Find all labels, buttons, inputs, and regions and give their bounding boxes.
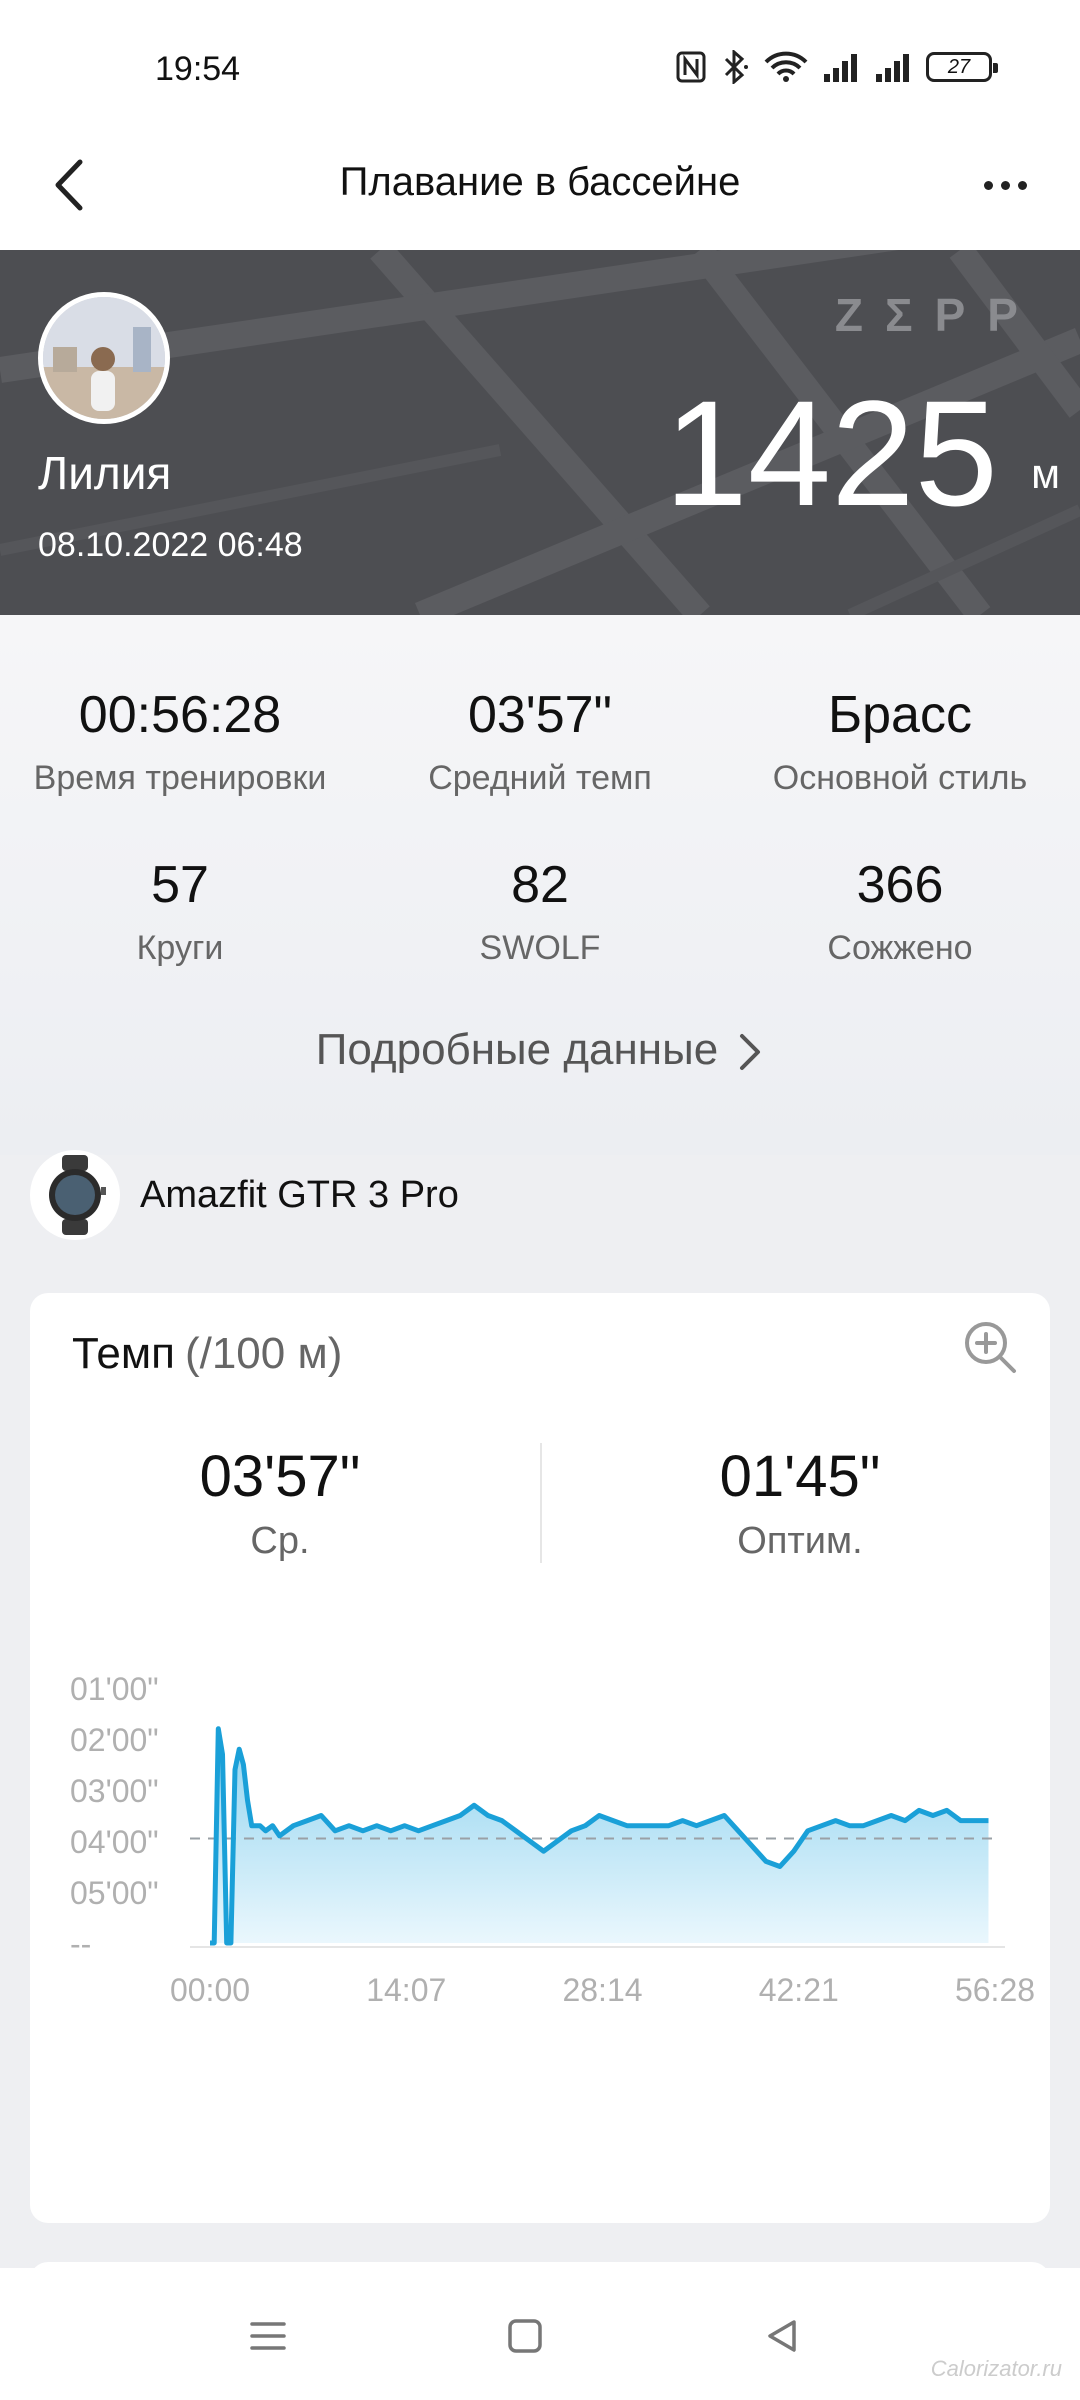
details-link[interactable]: Подробные данные bbox=[0, 1025, 1080, 1075]
x-tick-label: 56:28 bbox=[955, 1972, 1035, 2008]
y-tick-label: -- bbox=[70, 1926, 91, 1962]
stat-laps: 57 Круги bbox=[0, 855, 360, 968]
bluetooth-icon bbox=[724, 50, 748, 84]
zoom-in-icon[interactable] bbox=[960, 1317, 1020, 1377]
top-nav-bar: Плавание в бассейне bbox=[0, 130, 1080, 250]
distance-unit: м bbox=[1031, 450, 1060, 497]
stat-label: SWOLF bbox=[479, 929, 601, 967]
device-row[interactable]: Amazfit GTR 3 Pro bbox=[30, 1150, 459, 1240]
stat-value: 366 bbox=[856, 856, 944, 914]
stat-label: Круги bbox=[136, 929, 224, 967]
avg-pace-label: Ср. bbox=[250, 1520, 310, 1562]
menu-icon[interactable] bbox=[248, 2316, 288, 2356]
signal-icon bbox=[876, 54, 909, 82]
stat-value: 82 bbox=[511, 856, 569, 914]
best-pace-value: 01'45" bbox=[719, 1444, 881, 1509]
card-title-text: Темп bbox=[72, 1329, 175, 1378]
stat-value: 57 bbox=[151, 856, 209, 914]
battery-level: 27 bbox=[947, 55, 971, 78]
avg-pace-value: 03'57" bbox=[199, 1444, 361, 1509]
divider bbox=[540, 1443, 542, 1563]
total-distance: 1425 bbox=[664, 369, 998, 537]
stat-label: Основной стиль bbox=[772, 759, 1028, 797]
x-tick-label: 14:07 bbox=[366, 1972, 446, 2008]
device-name: Amazfit GTR 3 Pro bbox=[140, 1173, 459, 1216]
pace-chart: 01'00" 02'00" 03'00" 04'00" 05'00" -- 00:00 14… bbox=[70, 1671, 1035, 2008]
chevron-right-icon bbox=[740, 1034, 761, 1071]
watermark: Calorizator.ru bbox=[930, 2356, 1062, 2381]
avg-pace: 03'57" Ср. bbox=[30, 1443, 530, 1563]
stat-label: Время тренировки bbox=[33, 759, 327, 797]
status-time: 19:54 bbox=[155, 50, 241, 88]
status-bar: 19:54 27 bbox=[0, 0, 1080, 130]
x-tick-label: 28:14 bbox=[562, 1972, 642, 2008]
stat-stroke: Брасс Основной стиль bbox=[720, 685, 1080, 798]
stat-value: Брасс bbox=[828, 686, 972, 744]
card-title-unit: (/100 м) bbox=[184, 1329, 343, 1378]
stat-avg-pace: 03'57" Средний темп bbox=[360, 685, 720, 798]
home-icon[interactable] bbox=[505, 2316, 545, 2356]
stat-label: Сожжено bbox=[827, 929, 973, 967]
watch-icon bbox=[30, 1150, 120, 1240]
status-icons: 27 bbox=[676, 50, 998, 84]
stat-label: Средний темп bbox=[428, 759, 652, 797]
x-tick-label: 42:21 bbox=[759, 1972, 839, 2008]
best-pace: 01'45" Оптим. bbox=[550, 1443, 1050, 1563]
pace-area bbox=[210, 1728, 989, 1943]
card-title: Темп (/100 м) bbox=[72, 1329, 342, 1379]
avatar[interactable] bbox=[38, 292, 170, 424]
stat-value: 03'57" bbox=[467, 686, 613, 744]
details-link-label: Подробные данные bbox=[315, 1025, 719, 1074]
system-navigation-bar: Calorizator.ru bbox=[0, 2268, 1080, 2400]
y-tick-label: 05'00" bbox=[70, 1875, 159, 1911]
workout-date: 08.10.2022 06:48 bbox=[38, 526, 303, 564]
nfc-icon bbox=[676, 51, 706, 83]
battery-icon: 27 bbox=[926, 52, 998, 82]
zepp-logo: ZΣPP bbox=[834, 289, 1040, 341]
workout-summary-header: Лилия 08.10.2022 06:48 ZΣPP 1425 м bbox=[0, 250, 1080, 615]
y-tick-label: 04'00" bbox=[70, 1824, 159, 1860]
more-dots-icon[interactable] bbox=[970, 160, 1040, 210]
y-tick-label: 02'00" bbox=[70, 1722, 159, 1758]
y-tick-label: 03'00" bbox=[70, 1773, 159, 1809]
stat-duration: 00:56:28 Время тренировки bbox=[0, 685, 360, 798]
page-title: Плавание в бассейне bbox=[339, 160, 741, 204]
x-tick-label: 00:00 bbox=[170, 1972, 250, 2008]
stat-value: 00:56:28 bbox=[78, 686, 282, 744]
best-pace-label: Оптим. bbox=[737, 1520, 863, 1562]
signal-icon bbox=[824, 54, 857, 82]
wifi-icon bbox=[764, 51, 808, 82]
pace-card: Темп (/100 м) 03'57" Ср. 01'45" Оптим. 01… bbox=[30, 1293, 1050, 2223]
stat-swolf: 82 SWOLF bbox=[360, 855, 720, 968]
y-tick-label: 01'00" bbox=[70, 1671, 159, 1707]
stat-calories: 366 Сожжено bbox=[720, 855, 1080, 968]
back-triangle-icon[interactable] bbox=[762, 2316, 802, 2356]
user-name: Лилия bbox=[38, 447, 172, 499]
